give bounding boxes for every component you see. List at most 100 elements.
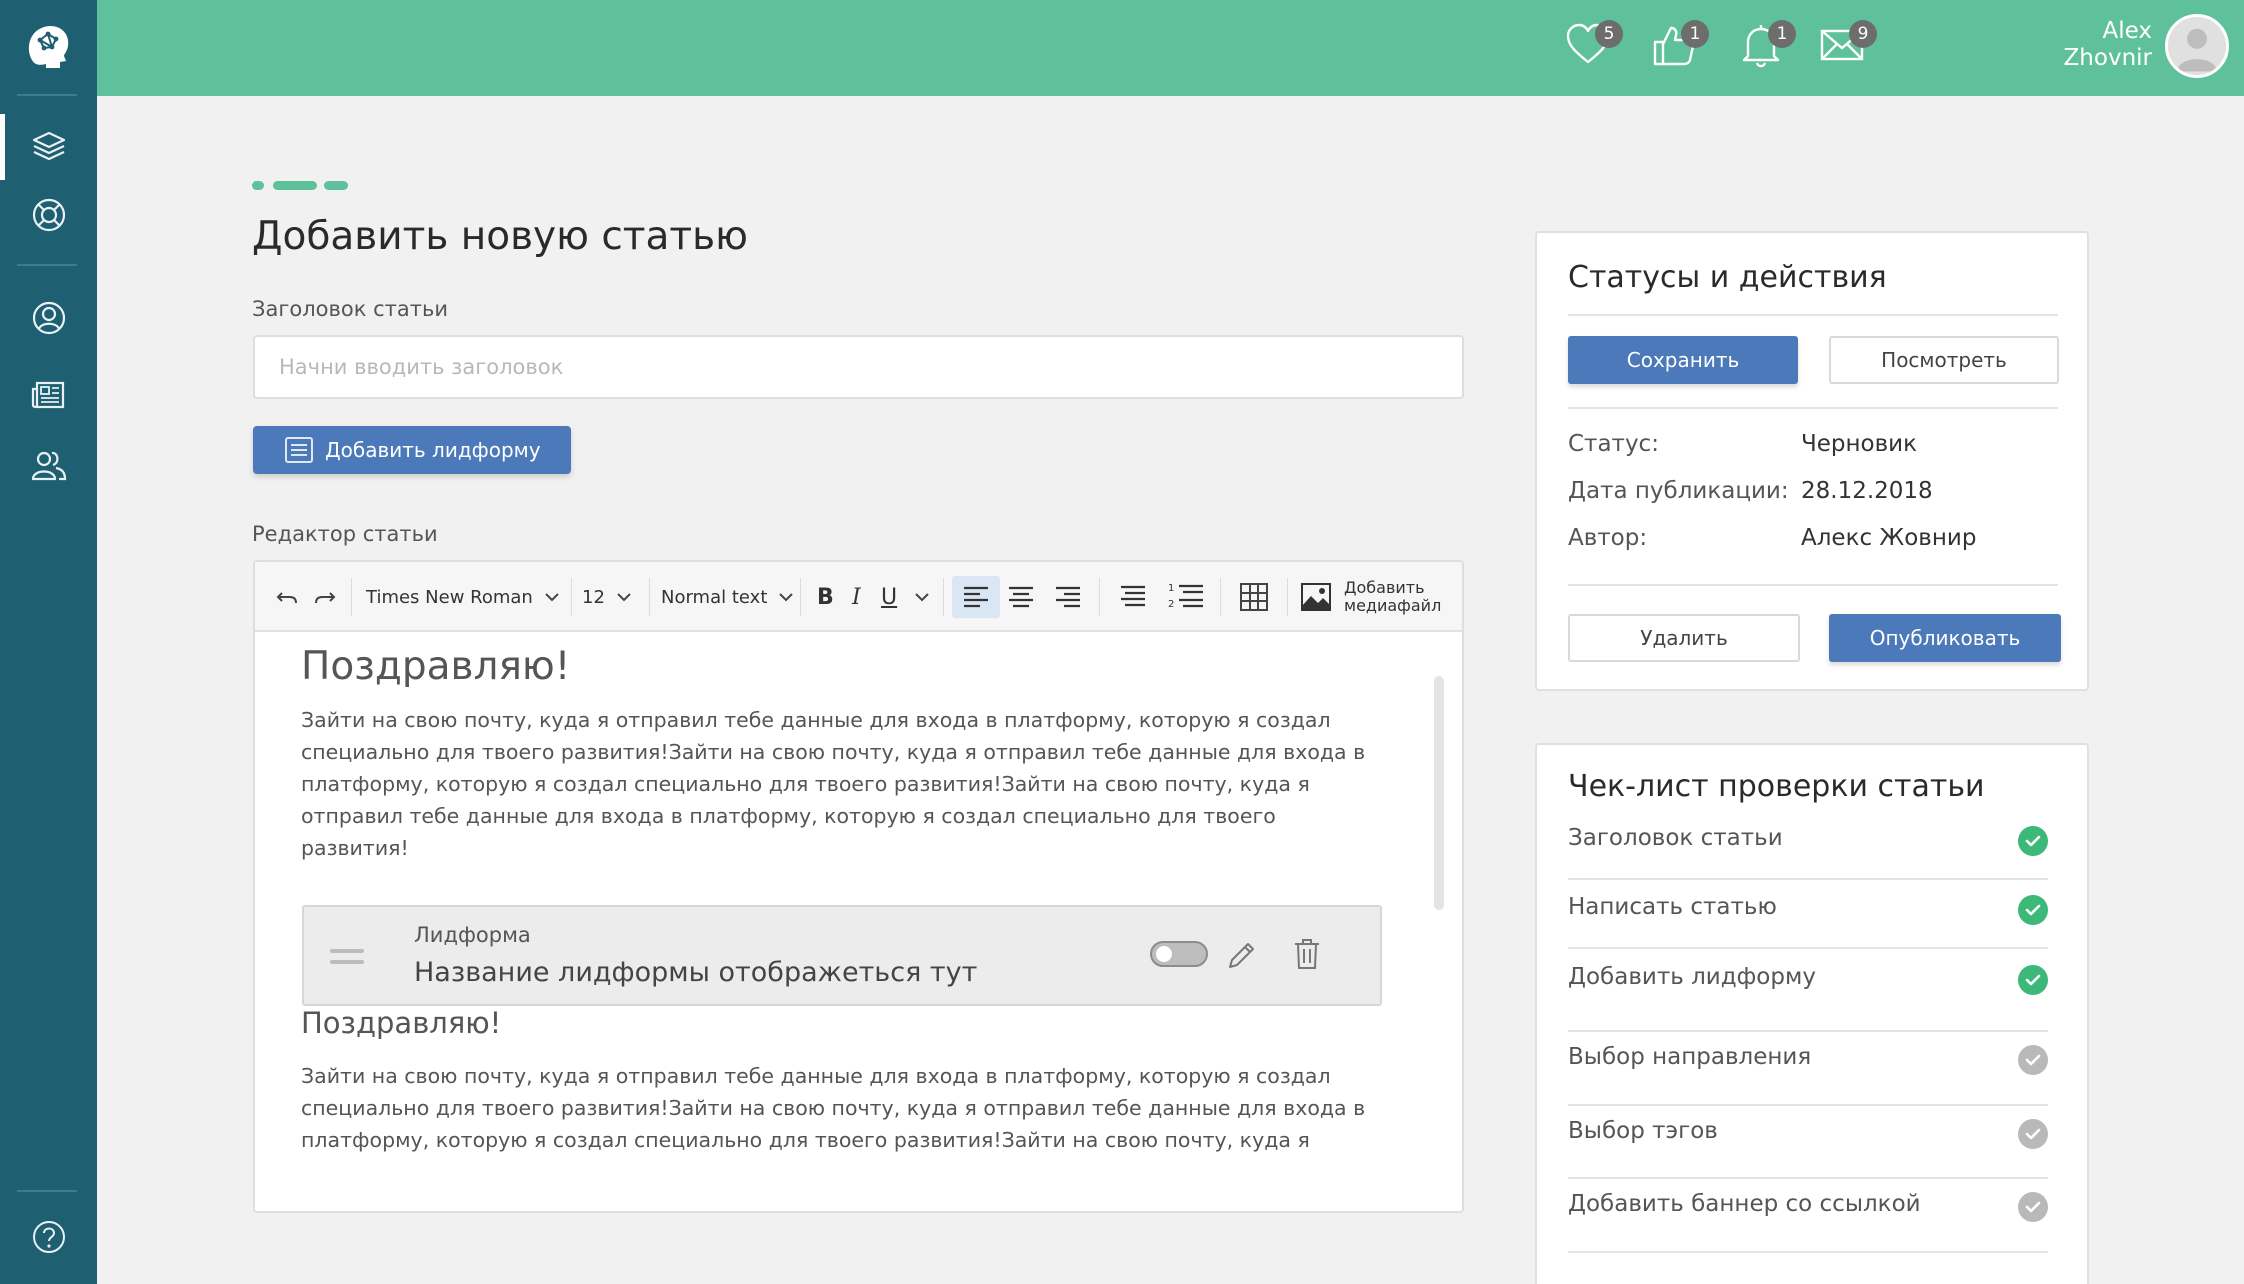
top-bar: 5 1 1 9 Alex Zhovnir: [97, 0, 2244, 96]
checklist-item[interactable]: Заголовок статьи: [1568, 804, 2048, 880]
sidebar: [0, 0, 97, 1284]
align-right-button[interactable]: [1054, 562, 1082, 632]
page-title: Добавить новую статью: [252, 214, 748, 259]
checklist-item-label: Выбор тэгов: [1568, 1118, 1718, 1144]
chevron-down-icon: [915, 593, 929, 602]
chevron-down-icon: [545, 593, 559, 602]
editor-label: Редактор статьи: [252, 522, 438, 546]
bold-button[interactable]: B: [817, 562, 834, 632]
lifebuoy-icon: [32, 198, 65, 232]
align-left-button[interactable]: [962, 562, 990, 632]
status-card: Статусы и действия Сохранить Посмотреть …: [1535, 231, 2089, 691]
checklist-item-label: Заголовок статьи: [1568, 825, 1783, 851]
undo-button[interactable]: [275, 562, 299, 632]
undo-icon: [276, 592, 297, 604]
sidebar-item-help[interactable]: [0, 1204, 97, 1270]
sidebar-divider: [17, 94, 77, 96]
stack-layers-icon: [32, 131, 65, 161]
edit-leadform-button[interactable]: [1226, 939, 1258, 975]
sidebar-item-support[interactable]: [0, 182, 97, 248]
numbered-list-button[interactable]: 1 2: [1167, 562, 1205, 632]
preview-button[interactable]: Посмотреть: [1829, 336, 2059, 384]
add-media-button[interactable]: Добавить медиафайл: [1300, 562, 1441, 632]
sidebar-item-courses[interactable]: [0, 114, 97, 180]
chevron-down-icon: [617, 593, 631, 602]
checklist-item-label: Добавить баннер со ссылкой: [1568, 1191, 1921, 1217]
check-done-icon: [2018, 895, 2048, 925]
sidebar-item-community[interactable]: [0, 432, 97, 498]
status-card-title: Статусы и действия: [1568, 260, 1887, 295]
content-heading: Поздравляю!: [301, 644, 571, 689]
check-done-icon: [2018, 965, 2048, 995]
notification-badge: 1: [1681, 20, 1709, 48]
checklist-item[interactable]: Написать статью: [1568, 880, 2048, 949]
add-leadform-button[interactable]: Добавить лидформу: [253, 426, 571, 474]
align-center-button[interactable]: [1007, 562, 1035, 632]
status-value: Черновик: [1801, 431, 1918, 457]
favorites-button[interactable]: 5: [1565, 20, 1623, 70]
alerts-button[interactable]: 1: [1738, 20, 1796, 70]
editor-scrollbar[interactable]: [1434, 676, 1444, 910]
leadform-block[interactable]: Лидформа Название лидформы отображеться …: [302, 905, 1382, 1006]
add-media-label: Добавить: [1344, 578, 1425, 597]
likes-button[interactable]: 1: [1651, 20, 1709, 70]
publish-button[interactable]: Опубликовать: [1829, 614, 2061, 662]
leadform-label: Лидформа: [414, 923, 531, 947]
font-size-value: 12: [582, 586, 605, 608]
redo-icon: [315, 592, 336, 604]
brain-head-icon[interactable]: [22, 20, 74, 72]
status-label: Статус:: [1568, 431, 1659, 457]
pencil-icon: [1229, 943, 1254, 968]
bullet-list-button[interactable]: [1113, 562, 1147, 632]
sidebar-item-articles[interactable]: [0, 362, 97, 428]
editor-toolbar: Times New Roman 12 Normal text B I U 1 2…: [255, 562, 1462, 632]
messages-button[interactable]: 9: [1819, 20, 1877, 70]
leadform-toggle[interactable]: [1150, 941, 1208, 967]
avatar[interactable]: [2165, 14, 2229, 78]
check-pending-icon: [2018, 1045, 2048, 1075]
underline-button[interactable]: U: [881, 562, 897, 632]
checklist-item-label: Выбор направления: [1568, 1044, 1812, 1070]
checklist-card: Чек-лист проверки статьи Заголовок стать…: [1535, 743, 2089, 1284]
delete-leadform-button[interactable]: [1293, 937, 1321, 975]
font-family-select[interactable]: Times New Roman: [366, 562, 559, 632]
save-button[interactable]: Сохранить: [1568, 336, 1798, 384]
newspaper-icon: [31, 381, 64, 409]
author-label: Автор:: [1568, 525, 1648, 551]
delete-button[interactable]: Удалить: [1568, 614, 1800, 662]
table-button[interactable]: [1239, 562, 1269, 632]
svg-text:1: 1: [1168, 583, 1174, 594]
text-style-select[interactable]: Normal text: [661, 562, 794, 632]
notification-badge: 1: [1768, 20, 1796, 48]
checklist-item-label: Добавить лидформу: [1568, 964, 1816, 990]
checklist-item[interactable]: Добавить баннер со ссылкой: [1568, 1179, 2048, 1253]
users-icon: [31, 451, 66, 481]
user-name[interactable]: Alex Zhovnir: [2064, 18, 2152, 72]
italic-button[interactable]: I: [852, 562, 861, 632]
add-media-label: медиафайл: [1344, 596, 1442, 615]
notification-badge: 5: [1595, 20, 1623, 48]
leadform-title: Название лидформы отображеться тут: [414, 957, 978, 988]
check-done-icon: [2018, 826, 2048, 856]
title-field-label: Заголовок статьи: [252, 297, 448, 321]
chevron-down-icon: [779, 593, 794, 602]
drag-handle-icon[interactable]: [330, 949, 364, 971]
align-left-icon: [964, 586, 988, 608]
sidebar-item-profile[interactable]: [0, 285, 97, 351]
align-right-icon: [1056, 586, 1080, 608]
redo-button[interactable]: [313, 562, 337, 632]
image-icon: [1301, 583, 1331, 611]
trash-icon: [1295, 939, 1319, 969]
check-pending-icon: [2018, 1192, 2048, 1222]
more-format-dropdown[interactable]: [915, 562, 929, 632]
add-leadform-label: Добавить лидформу: [325, 438, 541, 462]
svg-text:2: 2: [1168, 599, 1174, 610]
font-size-select[interactable]: 12: [582, 562, 631, 632]
user-icon: [32, 301, 65, 335]
article-title-input[interactable]: [253, 335, 1464, 399]
font-family-value: Times New Roman: [366, 586, 533, 608]
checklist-item[interactable]: Добавить лидформу: [1568, 949, 2048, 1032]
checklist-title: Чек-лист проверки статьи: [1568, 769, 1985, 804]
checklist-item[interactable]: Выбор тэгов: [1568, 1106, 2048, 1179]
checklist-item[interactable]: Выбор направления: [1568, 1032, 2048, 1106]
